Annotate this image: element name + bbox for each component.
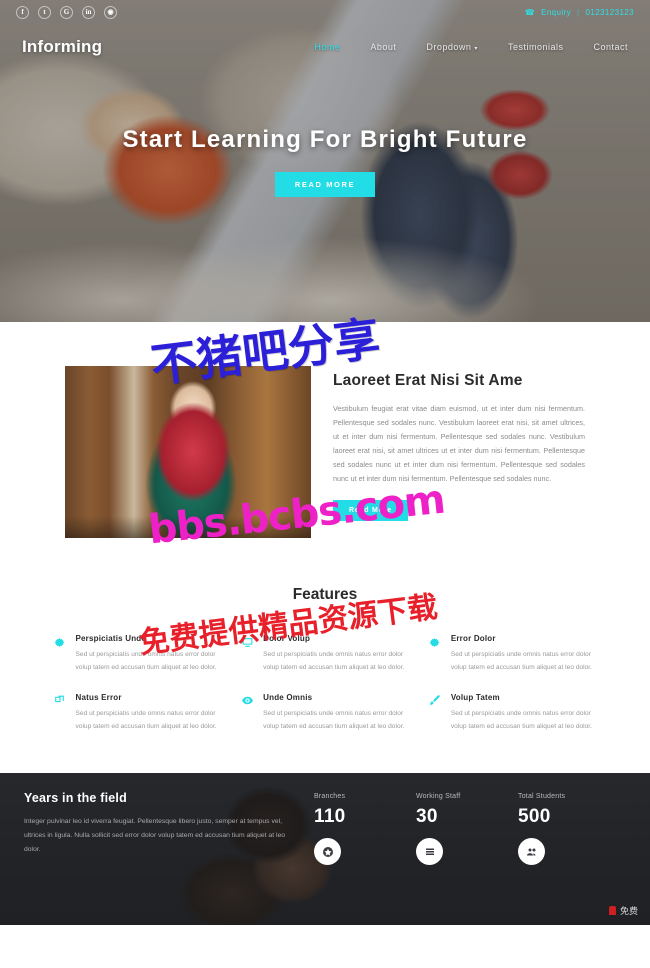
eye-icon bbox=[240, 694, 254, 708]
badge-icon[interactable] bbox=[314, 838, 341, 866]
counter-label: Working Staff bbox=[416, 793, 461, 801]
feature-item: Unde Omnis Sed ut perspiciatis unde omni… bbox=[240, 693, 410, 734]
nav-item-about[interactable]: About bbox=[370, 42, 396, 52]
nav-item-testimonials[interactable]: Testimonials bbox=[508, 42, 564, 52]
gear-icon bbox=[428, 635, 442, 649]
site-logo[interactable]: Informing bbox=[22, 37, 102, 57]
feature-item: Error Dolor Sed ut perspiciatis unde omn… bbox=[428, 634, 598, 675]
nav-item-dropdown[interactable]: Dropdown ▾ bbox=[426, 42, 478, 52]
feature-text: Sed ut perspiciatis unde omnis natus err… bbox=[75, 651, 217, 671]
counters-row: Branches 110 Working Staff 30 Total Stud… bbox=[314, 791, 626, 866]
feature-item: Perspiciatis Unde Sed ut perspiciatis un… bbox=[53, 634, 223, 675]
enquiry-label: Enquiry bbox=[541, 7, 572, 17]
counter-value: 110 bbox=[314, 806, 346, 828]
feature-title: Perspiciatis Unde bbox=[75, 634, 147, 643]
top-bar: f t G in ◉ ☎ Enquiry | 0123123123 bbox=[0, 0, 650, 24]
about-title: Laoreet Erat Nisi Sit Ame bbox=[333, 372, 523, 389]
list-icon[interactable] bbox=[416, 838, 443, 866]
feature-title: Volup Tatem bbox=[450, 692, 500, 702]
group-icon[interactable] bbox=[518, 838, 545, 866]
feature-text: Sed ut perspiciatis unde omnis natus err… bbox=[263, 651, 405, 671]
page-root: f t G in ◉ ☎ Enquiry | 0123123123 Inform… bbox=[0, 0, 650, 968]
nav-item-contact[interactable]: Contact bbox=[593, 42, 628, 52]
gear-icon bbox=[53, 635, 67, 649]
instagram-icon[interactable]: ◉ bbox=[104, 5, 117, 19]
phone-icon: ☎ bbox=[524, 7, 536, 17]
watermark-dot-icon bbox=[608, 906, 616, 916]
stats-container: Years in the field Integer pulvinar leo … bbox=[0, 773, 650, 866]
about-paragraph: Vestibulum feugiat erat vitae diam euism… bbox=[333, 404, 585, 484]
enquiry-phone[interactable]: 0123123123 bbox=[586, 8, 635, 17]
hero-section: f t G in ◉ ☎ Enquiry | 0123123123 Inform… bbox=[0, 0, 650, 322]
about-container: Laoreet Erat Nisi Sit Ame Vestibulum feu… bbox=[65, 366, 585, 538]
about-section: Laoreet Erat Nisi Sit Ame Vestibulum feu… bbox=[0, 322, 650, 568]
feature-text: Sed ut perspiciatis unde omnis natus err… bbox=[450, 709, 592, 730]
about-text-block: Laoreet Erat Nisi Sit Ame Vestibulum feu… bbox=[333, 366, 585, 538]
feature-title: Unde Omnis bbox=[263, 692, 313, 702]
google-plus-icon[interactable]: G bbox=[60, 5, 73, 19]
social-links: f t G in ◉ bbox=[16, 5, 117, 19]
nav-menu: Home About Dropdown ▾ Testimonials Contac… bbox=[314, 42, 628, 52]
features-heading: Features bbox=[292, 586, 358, 603]
counter-label: Branches bbox=[314, 793, 346, 801]
stats-title: Years in the field bbox=[24, 791, 127, 806]
nav-dropdown-label: Dropdown bbox=[426, 42, 472, 52]
feature-text: Sed ut perspiciatis unde omnis natus err… bbox=[263, 709, 405, 730]
main-navigation: Informing Home About Dropdown ▾ Testimoni… bbox=[0, 30, 650, 64]
chevron-down-icon: ▾ bbox=[474, 46, 478, 52]
stats-text-block: Years in the field Integer pulvinar leo … bbox=[24, 791, 314, 865]
feature-text: Sed ut perspiciatis unde omnis natus err… bbox=[450, 651, 592, 671]
counter-item: Total Students 500 bbox=[518, 793, 594, 866]
feature-text: Sed ut perspiciatis unde omnis natus err… bbox=[75, 709, 217, 730]
linkedin-icon[interactable]: in bbox=[82, 5, 95, 19]
stats-section: Years in the field Integer pulvinar leo … bbox=[0, 773, 650, 926]
counter-item: Branches 110 bbox=[314, 793, 390, 866]
corner-watermark: 免费 bbox=[608, 904, 638, 918]
brush-icon bbox=[428, 694, 442, 708]
hero-content: Start Learning For Bright Future READ MO… bbox=[0, 126, 650, 197]
layers-icon bbox=[53, 694, 67, 708]
enquiry-separator: | bbox=[577, 7, 580, 17]
enquiry-block[interactable]: ☎ Enquiry | 0123123123 bbox=[525, 8, 634, 17]
hero-title: Start Learning For Bright Future bbox=[122, 126, 528, 153]
monitor-icon bbox=[240, 635, 254, 649]
hero-read-more-button[interactable]: READ MORE bbox=[274, 172, 376, 197]
feature-item: Natus Error Sed ut perspiciatis unde omn… bbox=[53, 693, 223, 734]
stats-paragraph: Integer pulvinar leo id viverra feugiat.… bbox=[24, 818, 286, 854]
about-image bbox=[65, 366, 311, 538]
feature-item: Volup Tatem Sed ut perspiciatis unde omn… bbox=[428, 693, 598, 734]
nav-item-home[interactable]: Home bbox=[314, 42, 340, 52]
counter-item: Working Staff 30 bbox=[416, 793, 492, 866]
feature-title: Error Dolor bbox=[450, 634, 496, 643]
features-section: Features Perspiciatis Unde Sed ut perspi… bbox=[0, 568, 650, 774]
counter-label: Total Students bbox=[518, 793, 566, 801]
facebook-icon[interactable]: f bbox=[16, 5, 29, 19]
feature-title: Dolor Volup bbox=[263, 634, 311, 643]
twitter-icon[interactable]: t bbox=[38, 5, 51, 19]
features-grid: Perspiciatis Unde Sed ut perspiciatis un… bbox=[53, 634, 598, 733]
about-read-more-button[interactable]: Read More bbox=[333, 500, 408, 522]
feature-title: Natus Error bbox=[75, 692, 122, 702]
corner-watermark-text: 免费 bbox=[619, 907, 638, 918]
counter-value: 500 bbox=[518, 806, 551, 828]
feature-item: Dolor Volup Sed ut perspiciatis unde omn… bbox=[240, 634, 410, 675]
counter-value: 30 bbox=[416, 806, 438, 828]
